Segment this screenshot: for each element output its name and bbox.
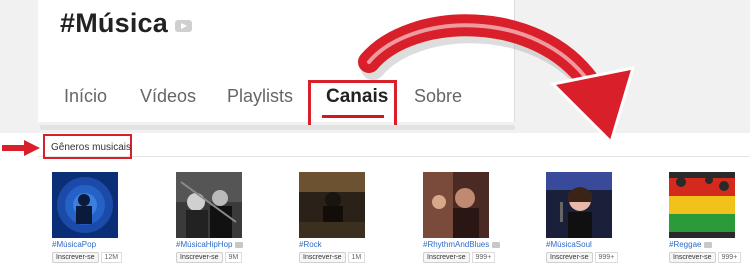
channel-name[interactable]: #MúsicaPop (52, 240, 96, 249)
tab-videos[interactable]: Vídeos (140, 86, 196, 107)
tab-playlists[interactable]: Playlists (227, 86, 293, 107)
tab-inicio[interactable]: Início (64, 86, 107, 107)
curved-arrow-icon (358, 14, 636, 145)
channel-thumbnail-image[interactable] (176, 172, 242, 238)
channel-card-musicasoul[interactable]: #MúsicaSoul Inscrever-se 999+ (546, 172, 666, 265)
channel-name[interactable]: #MúsicaSoul (546, 240, 592, 249)
channel-card-musicahiphop[interactable]: #MúsicaHipHop Inscrever-se 9M (176, 172, 296, 265)
subscriber-count: 9M (224, 252, 243, 263)
channel-name[interactable]: #Reggae (669, 240, 713, 249)
channel-name[interactable]: #MúsicaHipHop (176, 240, 244, 249)
section-divider (38, 156, 750, 157)
subscribe-row: Inscrever-se 1M (299, 252, 366, 263)
subscribe-button[interactable]: Inscrever-se (299, 252, 346, 263)
youtube-badge-icon (174, 19, 192, 32)
subscriber-count: 12M (100, 252, 123, 263)
subscribe-button[interactable]: Inscrever-se (669, 252, 716, 263)
subscribe-row: Inscrever-se 999+ (669, 252, 742, 263)
channel-name[interactable]: #Rock (299, 240, 322, 249)
subscribe-button[interactable]: Inscrever-se (52, 252, 99, 263)
youtube-badge-icon (235, 241, 244, 248)
channel-title-row: #Música (60, 8, 192, 39)
section-title: Gêneros musicais (43, 134, 132, 159)
subscribe-button[interactable]: Inscrever-se (176, 252, 223, 263)
channel-thumbnail-image[interactable] (423, 172, 489, 238)
channel-thumbnail-image[interactable] (52, 172, 118, 238)
channel-card-rock[interactable]: #Rock Inscrever-se 1M (299, 172, 419, 265)
subscribe-button[interactable]: Inscrever-se (546, 252, 593, 263)
youtube-badge-icon (492, 241, 501, 248)
channel-thumbnail-image[interactable] (546, 172, 612, 238)
subscribe-row: Inscrever-se 999+ (546, 252, 619, 263)
channel-thumbnail-image[interactable] (299, 172, 365, 238)
subscribe-row: Inscrever-se 9M (176, 252, 243, 263)
youtube-badge-icon (704, 241, 713, 248)
subscriber-count: 999+ (471, 252, 496, 263)
pointer-arrow-icon (2, 140, 40, 156)
subscribe-button[interactable]: Inscrever-se (423, 252, 470, 263)
subscriber-count: 999+ (717, 252, 742, 263)
channel-card-reggae[interactable]: #Reggae Inscrever-se 999+ (669, 172, 750, 265)
subscriber-count: 999+ (594, 252, 619, 263)
subscribe-row: Inscrever-se 12M (52, 252, 123, 263)
channel-title: #Música (60, 8, 168, 38)
channel-thumbnail-image[interactable] (669, 172, 735, 238)
channel-name[interactable]: #RhythmAndBlues (423, 240, 501, 249)
channel-card-musicapop[interactable]: #MúsicaPop Inscrever-se 12M (52, 172, 172, 265)
subscriber-count: 1M (347, 252, 366, 263)
subscribe-row: Inscrever-se 999+ (423, 252, 496, 263)
channel-card-rhythmandblues[interactable]: #RhythmAndBlues Inscrever-se 999+ (423, 172, 543, 265)
